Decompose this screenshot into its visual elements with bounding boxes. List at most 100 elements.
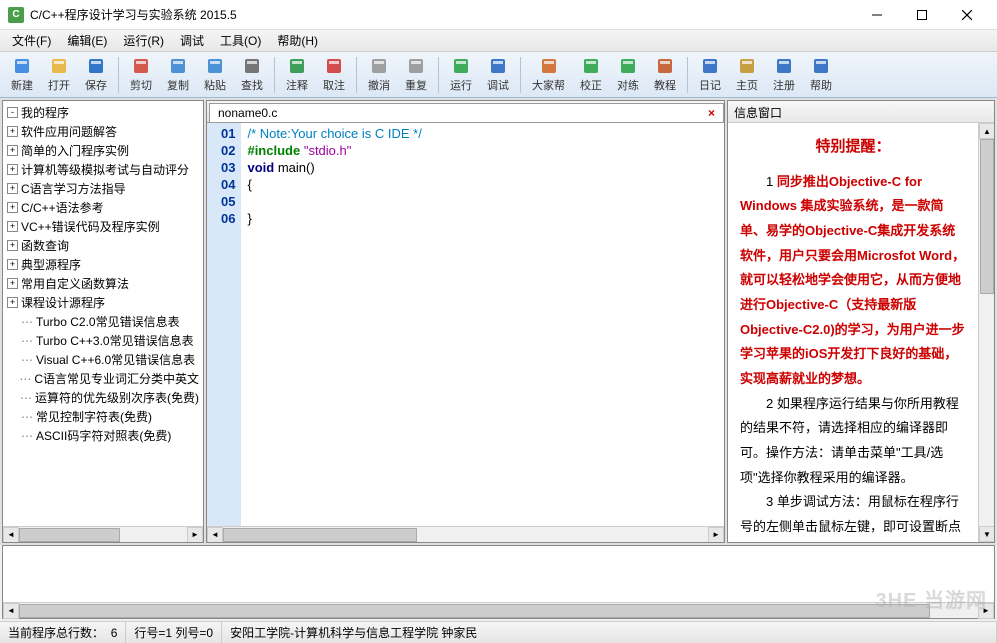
tree-hscroll[interactable]: ◄ ► [3,526,203,542]
tree-item[interactable]: -我的程序 [5,103,201,122]
scroll-down-icon[interactable]: ▼ [979,526,994,542]
toolbar-separator [274,57,275,93]
tree-item[interactable]: +函数查询 [5,236,201,255]
tree-item[interactable]: +典型源程序 [5,255,201,274]
info-paragraph-3: 3 单步调试方法：用鼠标在程序行号的左侧单击鼠标左键，即可设置断点 [740,490,966,539]
editor-tab[interactable]: noname0.c × [209,103,724,122]
undo-icon [369,56,389,76]
editor-hscroll[interactable]: ◄ ► [207,526,724,542]
debug-icon [488,56,508,76]
tool-label: 调试 [487,77,509,93]
expand-icon[interactable]: + [7,145,18,156]
expand-icon[interactable]: + [7,278,18,289]
diary-button[interactable]: 日记 [692,53,728,96]
scroll-right-icon[interactable]: ► [978,603,994,619]
tree-item[interactable]: ⋯Visual C++6.0常见错误信息表 [5,350,201,369]
tree-item[interactable]: ⋯C语言常见专业词汇分类中英文 [5,369,201,388]
tree-item[interactable]: ⋯Turbo C++3.0常见错误信息表 [5,331,201,350]
cut-button[interactable]: 剪切 [123,53,159,96]
scroll-right-icon[interactable]: ► [187,527,203,543]
expand-icon[interactable]: + [7,221,18,232]
info-vscroll[interactable]: ▲ ▼ [978,123,994,542]
expand-icon[interactable]: + [7,164,18,175]
code-area[interactable]: /* Note:Your choice is C IDE */#include … [241,123,724,526]
expand-icon[interactable]: + [7,259,18,270]
collapse-icon[interactable]: - [7,107,18,118]
tree-item[interactable]: ⋯ASCII码字符对照表(免费) [5,426,201,445]
check-button[interactable]: 校正 [573,53,609,96]
output-hscroll[interactable]: ◄ ► [3,602,994,618]
expand-icon[interactable]: + [7,240,18,251]
save-button[interactable]: 保存 [78,53,114,96]
minimize-button[interactable] [854,1,899,29]
comment-button[interactable]: 注释 [279,53,315,96]
menu-item[interactable]: 调试 [172,30,212,51]
expand-icon[interactable]: + [7,126,18,137]
tree-item-label: C/C++语法参考 [21,199,104,216]
code-line[interactable]: void main() [247,159,718,176]
menu-item[interactable]: 帮助(H) [269,30,326,51]
tree-item[interactable]: +VC++错误代码及程序实例 [5,217,201,236]
run-icon [451,56,471,76]
open-button[interactable]: 打开 [41,53,77,96]
scroll-up-icon[interactable]: ▲ [979,123,994,139]
tree-item[interactable]: +C语言学习方法指导 [5,179,201,198]
tree-item[interactable]: ⋯运算符的优先级别次序表(免费) [5,388,201,407]
menu-item[interactable]: 工具(O) [212,30,269,51]
menu-item[interactable]: 编辑(E) [59,30,115,51]
home-button[interactable]: 主页 [729,53,765,96]
tool-label: 主页 [736,77,758,93]
tree-item-label: VC++错误代码及程序实例 [21,218,160,235]
debug-button[interactable]: 调试 [480,53,516,96]
code-line[interactable] [247,193,718,210]
tutorial-button[interactable]: 教程 [647,53,683,96]
diary-icon [700,56,720,76]
help-button[interactable]: 帮助 [803,53,839,96]
register-button[interactable]: 注册 [766,53,802,96]
close-button[interactable] [944,1,989,29]
scroll-left-icon[interactable]: ◄ [207,527,223,543]
scroll-right-icon[interactable]: ► [708,527,724,543]
tool-label: 剪切 [130,77,152,93]
menu-item[interactable]: 文件(F) [4,30,59,51]
help-all-button[interactable]: 大家帮 [525,53,572,96]
tree-item[interactable]: +常用自定义函数算法 [5,274,201,293]
scroll-left-icon[interactable]: ◄ [3,527,19,543]
line-number: 04 [221,176,235,193]
uncomment-button[interactable]: 取注 [316,53,352,96]
code-line[interactable]: /* Note:Your choice is C IDE */ [247,125,718,142]
code-editor[interactable]: 010203040506 /* Note:Your choice is C ID… [207,123,724,526]
expand-icon[interactable]: + [7,202,18,213]
code-line[interactable]: } [247,210,718,227]
code-line[interactable]: { [247,176,718,193]
window-title: C/C++程序设计学习与实验系统 2015.5 [30,6,854,23]
expand-icon[interactable]: + [7,297,18,308]
tree-item[interactable]: +课程设计源程序 [5,293,201,312]
redo-button[interactable]: 重复 [398,53,434,96]
tree-item[interactable]: +简单的入门程序实例 [5,141,201,160]
tree-leaf-icon: ⋯ [20,391,32,405]
tree-item[interactable]: +计算机等级模拟考试与自动评分 [5,160,201,179]
code-line[interactable]: #include "stdio.h" [247,142,718,159]
copy-button[interactable]: 复制 [160,53,196,96]
program-tree[interactable]: -我的程序+软件应用问题解答+简单的入门程序实例+计算机等级模拟考试与自动评分+… [3,101,203,526]
tree-item[interactable]: ⋯常见控制字符表(免费) [5,407,201,426]
new-button[interactable]: 新建 [4,53,40,96]
paste-button[interactable]: 粘贴 [197,53,233,96]
tool-label: 保存 [85,77,107,93]
menu-item[interactable]: 运行(R) [115,30,172,51]
undo-button[interactable]: 撤消 [361,53,397,96]
tree-item[interactable]: +C/C++语法参考 [5,198,201,217]
paste-icon [205,56,225,76]
tree-item[interactable]: +软件应用问题解答 [5,122,201,141]
tab-close-icon[interactable]: × [708,106,715,120]
line-number: 02 [221,142,235,159]
find-button[interactable]: 查找 [234,53,270,96]
output-content[interactable] [3,546,994,602]
tree-item[interactable]: ⋯Turbo C2.0常见错误信息表 [5,312,201,331]
expand-icon[interactable]: + [7,183,18,194]
run-button[interactable]: 运行 [443,53,479,96]
maximize-button[interactable] [899,1,944,29]
practice-button[interactable]: 对练 [610,53,646,96]
scroll-left-icon[interactable]: ◄ [3,603,19,619]
